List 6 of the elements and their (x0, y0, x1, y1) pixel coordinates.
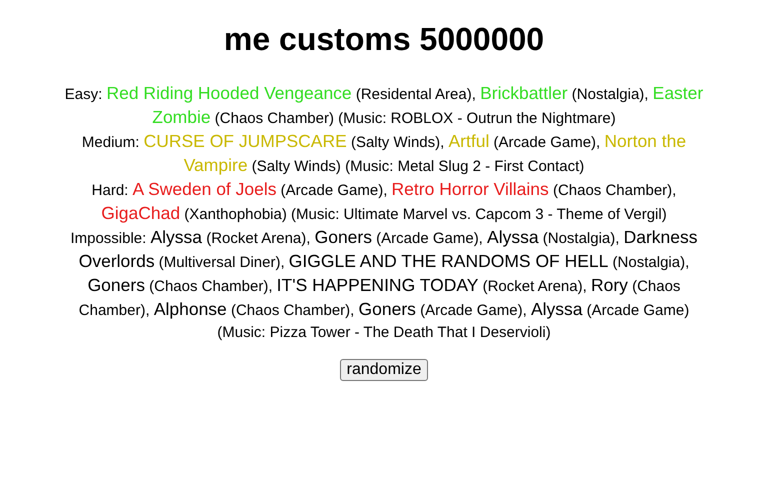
tier-paragraph: Medium: CURSE OF JUMPSCARE (Salty Winds), Artful (Arcade Game), Norton the Vampire (Salty Winds) (Music: Metal Slug 2 - First Contact) (80, 130, 688, 177)
tier-paragraph: Impossible: Alyssa (Rocket Arena), Goners (Arcade Game), Alyssa (Nostalgia), Darkness Overlords (Multiversal Diner), GIGGLE AND THE RANDOMS OF HELL (Nostalgia), Goners (Chaos Chamber), IT'S HAPPENING TODAY (Rocket Arena), Rory (Chaos Chamber), Alphonse (Chaos Chamber), Goners (Arcade Game), Alyssa (Arcade Game) (Music: Pizza Tower - The Death That I Deservioli) (69, 226, 699, 343)
tier-paragraph: Easy: Red Riding Hooded Vengeance (Residental Area), Brickbattler (Nostalgia), Easter Zombie (Chaos Chamber) (Music: ROBLOX - Outrun the Nightmare) (64, 82, 704, 129)
page-title: me customs 5000000 (222, 20, 546, 58)
tier-paragraph: Hard: A Sweden of Joels (Arcade Game), Retro Horror Villains (Chaos Chamber), GigaChad (Xanthophobia) (Music: Ultimate Marvel vs. Capcom 3 - Theme of Vergil) (90, 178, 678, 225)
randomize-button[interactable]: randomize (340, 359, 428, 381)
